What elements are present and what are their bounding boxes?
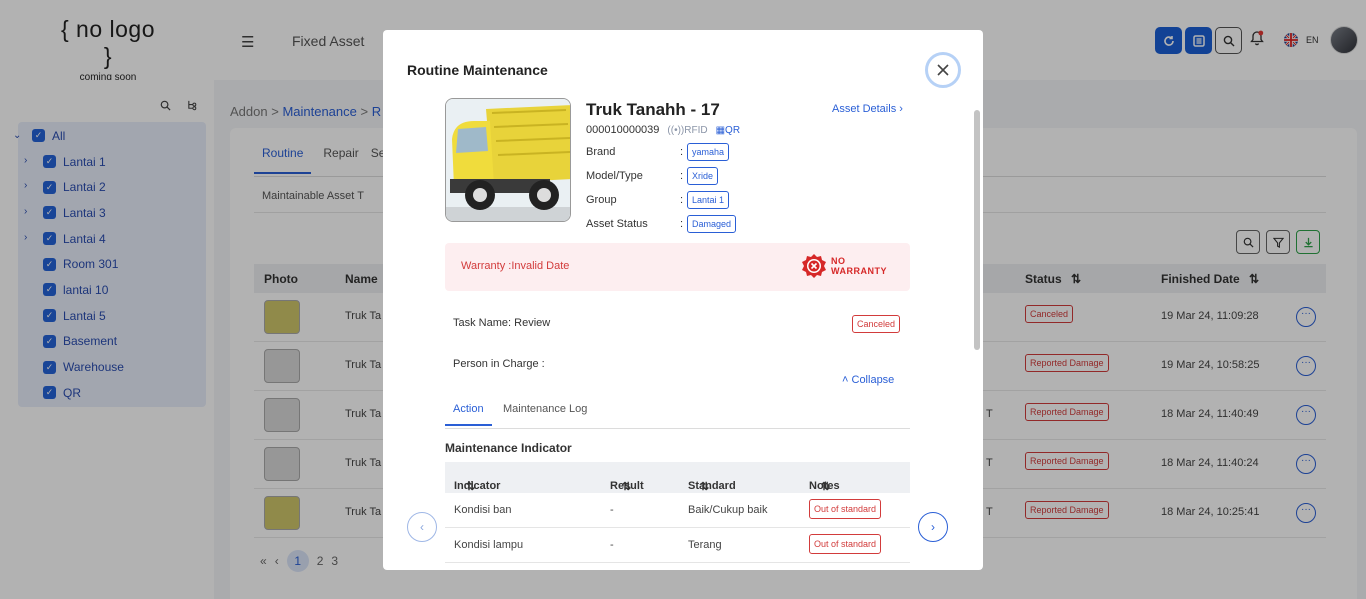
group-label: Group: [586, 194, 617, 206]
no-warranty-line1: NO: [831, 256, 846, 266]
rfid-tag: ((•))RFID: [667, 125, 707, 136]
modal-title: Routine Maintenance: [407, 62, 548, 78]
no-warranty-badge: NO WARRANTY: [801, 253, 887, 279]
collapse-label: Collapse: [851, 374, 895, 386]
warranty-banner: Warranty :Invalid Date NO WARRANTY: [445, 243, 910, 291]
no-warranty-icon: [802, 254, 826, 278]
asset-code: 000010000039: [586, 124, 660, 136]
sort-icon[interactable]: ⇅: [821, 480, 830, 493]
indicator-name: Kondisi ban: [454, 504, 512, 516]
qr-icon: ▦: [715, 124, 726, 136]
qr-label: QR: [725, 124, 741, 136]
routine-maintenance-modal: Routine Maintenance Truk Tanahh - 17 000…: [383, 30, 983, 570]
collapse-button[interactable]: ˄ Collapse: [842, 374, 894, 386]
rfid-label: RFID: [684, 124, 708, 136]
indicator-table-header: Indicator ⇅ Result ⇅ Standard ⇅ Notes ⇅: [445, 462, 910, 493]
asset-photo: [445, 98, 571, 222]
prev-asset-button[interactable]: ‹: [407, 512, 437, 542]
scrollbar-thumb[interactable]: [974, 110, 980, 350]
rfid-icon: ((•)): [667, 124, 685, 136]
close-button[interactable]: [925, 52, 961, 88]
group-tag: Lantai 1: [687, 191, 730, 209]
brand-label: Brand: [586, 146, 616, 158]
chevron-left-icon: ‹: [420, 520, 424, 534]
sort-icon[interactable]: ⇅: [622, 480, 631, 493]
maintenance-indicator-title: Maintenance Indicator: [445, 441, 572, 455]
chevron-up-icon: ˄: [842, 374, 849, 386]
colon: :: [680, 170, 684, 182]
no-warranty-text: NO WARRANTY: [831, 256, 887, 276]
col-indicator-label: Indicator: [454, 480, 501, 492]
indicator-row: Kondisi lampu - Terang Out of standard: [445, 528, 910, 563]
asset-status-label: Asset Status: [586, 218, 648, 230]
asset-name: Truk Tanahh - 17: [586, 100, 720, 119]
chevron-right-icon: ›: [931, 520, 935, 534]
out-of-standard-badge: Out of standard: [809, 534, 882, 554]
out-of-standard-badge: Out of standard: [809, 499, 882, 519]
indicator-result: -: [610, 539, 614, 551]
indicator-result: -: [610, 504, 614, 516]
close-icon: [937, 64, 949, 76]
sort-icon[interactable]: ⇅: [466, 480, 475, 493]
asset-details-link[interactable]: Asset Details ›: [832, 103, 903, 115]
asset-identifiers: 000010000039 ((•))RFID ▦QR: [586, 124, 740, 136]
task-status-badge: Canceled: [852, 315, 901, 333]
warranty-text: Warranty :Invalid Date: [461, 260, 570, 272]
model-tag: Xride: [687, 167, 719, 185]
colon: :: [680, 218, 684, 230]
sort-icon[interactable]: ⇅: [700, 480, 709, 493]
model-label: Model/Type: [586, 170, 643, 182]
indicator-row: Kondisi ban - Baik/Cukup baik Out of sta…: [445, 493, 910, 528]
colon: :: [680, 146, 684, 158]
no-warranty-line2: WARRANTY: [831, 266, 887, 276]
indicator-standard: Baik/Cukup baik: [688, 504, 768, 516]
indicator-standard: Terang: [688, 539, 722, 551]
next-asset-button[interactable]: ›: [918, 512, 948, 542]
asset-status-tag: Damaged: [687, 215, 737, 233]
colon: :: [680, 194, 684, 206]
person-in-charge: Person in Charge :: [453, 358, 545, 370]
qr-tag[interactable]: ▦QR: [716, 125, 740, 136]
tab-maintenance-log[interactable]: Maintenance Log: [503, 403, 587, 415]
indicator-name: Kondisi lampu: [454, 539, 524, 551]
asset-details-label: Asset Details: [832, 103, 897, 115]
task-name: Task Name: Review: [453, 317, 551, 329]
brand-tag: yamaha: [687, 143, 730, 161]
tab-action[interactable]: Action: [445, 403, 492, 426]
chevron-right-icon: ›: [899, 103, 903, 115]
modal-tabs: Action Maintenance Log: [445, 402, 910, 429]
col-standard-label: Standard: [688, 480, 736, 492]
